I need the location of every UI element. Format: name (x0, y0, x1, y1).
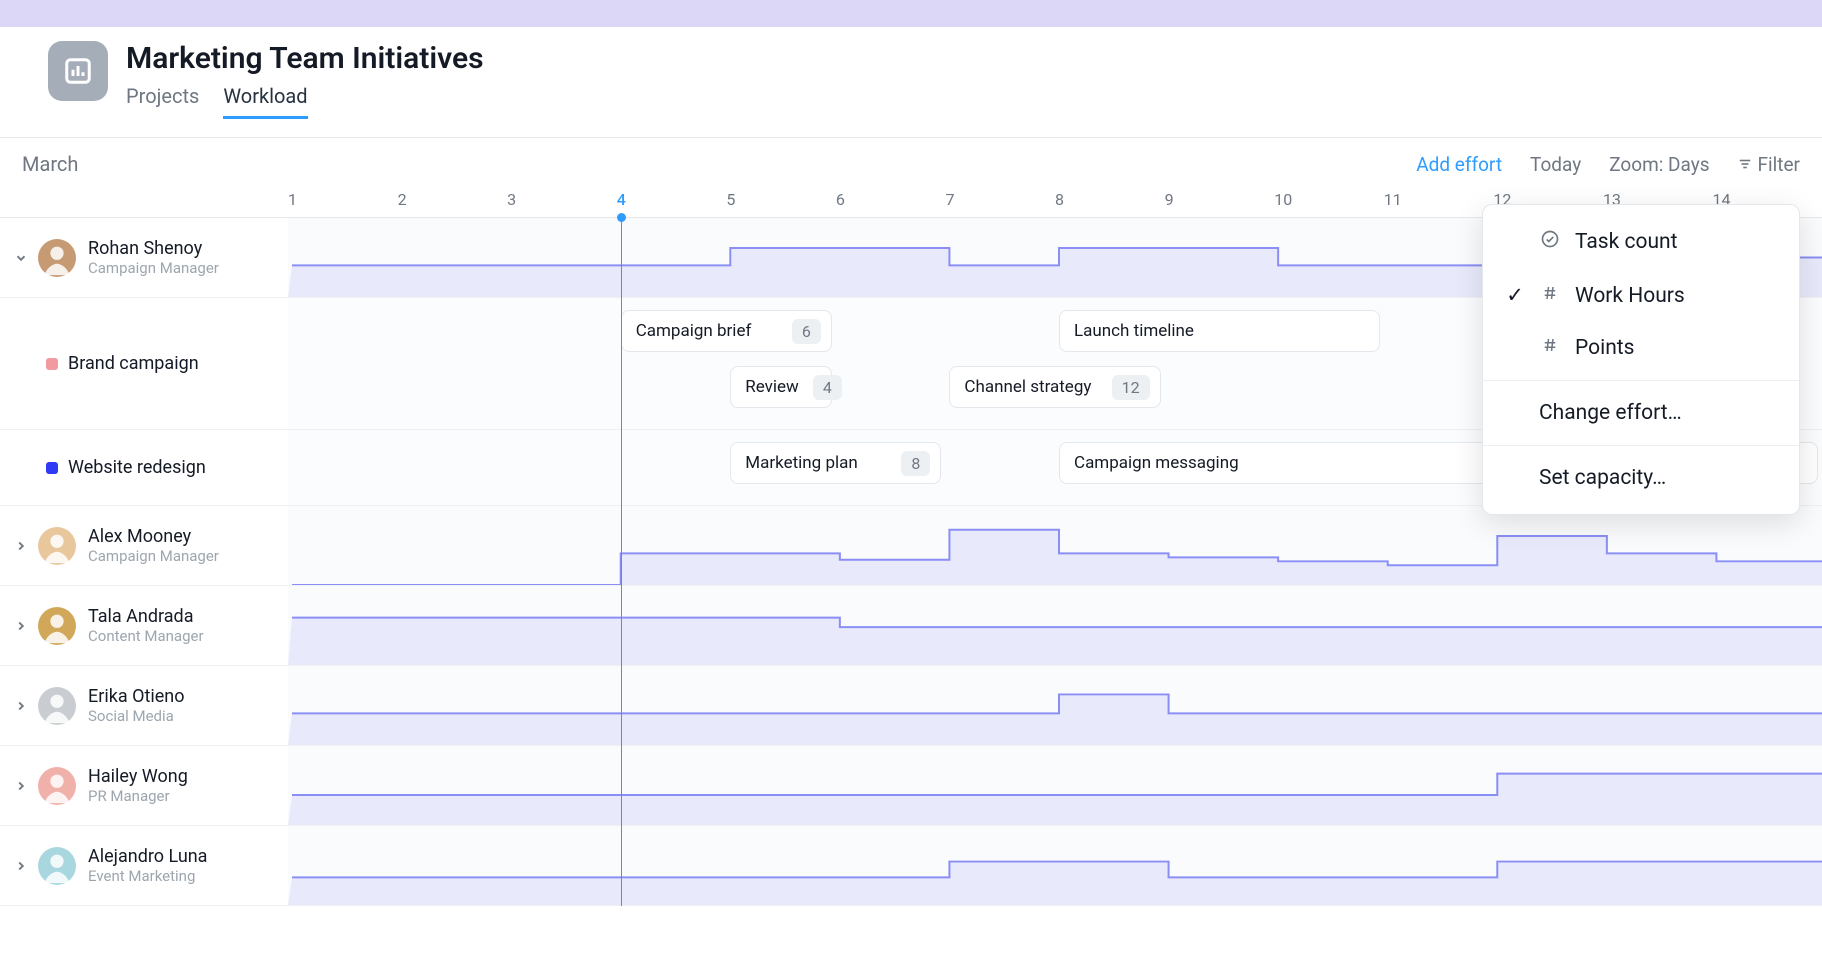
project-name: Website redesign (68, 457, 206, 478)
chevron-right-icon[interactable] (10, 619, 32, 633)
effort-dropdown: Task count ✓ Work Hours Points Change ef… (1482, 204, 1800, 515)
date-1: 1 (288, 190, 398, 217)
date-2: 2 (398, 190, 508, 217)
date-9: 9 (1165, 190, 1275, 217)
avatar (38, 527, 76, 565)
dd-points[interactable]: Points (1483, 322, 1799, 374)
dd-change-effort[interactable]: Change effort… (1483, 387, 1799, 439)
filter-icon (1738, 157, 1752, 171)
hash-icon (1539, 336, 1561, 360)
project-color-icon (46, 358, 58, 370)
person-row: Alex Mooney Campaign Manager (0, 506, 1822, 586)
check-circle-icon (1539, 229, 1561, 255)
person-name: Tala Andrada (88, 606, 204, 627)
date-6: 6 (836, 190, 946, 217)
toolbar: March Add effort Today Zoom: Days Filter (0, 137, 1822, 190)
date-10: 10 (1274, 190, 1384, 217)
dd-label: Task count (1575, 230, 1678, 254)
person-role: Campaign Manager (88, 259, 219, 277)
hash-icon (1539, 284, 1561, 308)
dd-work-hours[interactable]: ✓ Work Hours (1483, 269, 1799, 322)
zoom-button[interactable]: Zoom: Days (1609, 153, 1709, 176)
date-4: 4 (617, 190, 727, 217)
effort-badge: 8 (901, 451, 930, 476)
task-card[interactable]: Review4 (730, 366, 832, 408)
chevron-right-icon[interactable] (10, 699, 32, 713)
date-5: 5 (726, 190, 836, 217)
workload-graph (288, 506, 1822, 585)
workload-graph (288, 586, 1822, 665)
person-role: Content Manager (88, 627, 204, 645)
task-card[interactable]: Campaign brief 6 (621, 310, 832, 352)
date-8: 8 (1055, 190, 1165, 217)
chevron-right-icon[interactable] (10, 539, 32, 553)
project-color-icon (46, 462, 58, 474)
today-button[interactable]: Today (1530, 153, 1581, 176)
task-card[interactable]: Launch timeline (1059, 310, 1380, 352)
dd-label: Set capacity… (1539, 466, 1666, 490)
tab-workload[interactable]: Workload (223, 84, 307, 119)
person-name: Rohan Shenoy (88, 238, 219, 259)
avatar (38, 607, 76, 645)
chart-icon (63, 56, 93, 86)
person-row: Alejandro Luna Event Marketing (0, 826, 1822, 906)
add-effort-button[interactable]: Add effort (1416, 153, 1502, 176)
header: Marketing Team Initiatives Projects Work… (0, 27, 1822, 119)
task-label: Channel strategy (964, 377, 1091, 397)
project-name: Brand campaign (68, 353, 199, 374)
workload-graph (288, 666, 1822, 745)
person-row: Erika Otieno Social Media (0, 666, 1822, 746)
date-7: 7 (945, 190, 1055, 217)
date-11: 11 (1384, 190, 1494, 217)
person-row: Hailey Wong PR Manager (0, 746, 1822, 826)
workload-graph (288, 746, 1822, 825)
page-title: Marketing Team Initiatives (126, 41, 484, 76)
person-row: Tala Andrada Content Manager (0, 586, 1822, 666)
effort-badge: 6 (792, 319, 821, 344)
person-name: Alejandro Luna (88, 846, 207, 867)
project-icon (48, 41, 108, 101)
effort-badge: 12 (1112, 375, 1150, 400)
person-role: Social Media (88, 707, 185, 725)
avatar (38, 687, 76, 725)
person-name: Hailey Wong (88, 766, 188, 787)
date-3: 3 (507, 190, 617, 217)
effort-badge: 4 (813, 375, 842, 400)
task-label: Marketing plan (745, 453, 857, 473)
task-card[interactable]: Channel strategy 12 (949, 366, 1160, 408)
tab-projects[interactable]: Projects (126, 84, 199, 119)
dd-label: Work Hours (1575, 284, 1685, 308)
person-name: Erika Otieno (88, 686, 185, 707)
filter-button[interactable]: Filter (1738, 153, 1800, 176)
dd-set-capacity[interactable]: Set capacity… (1483, 452, 1799, 504)
dd-task-count[interactable]: Task count (1483, 215, 1799, 269)
person-role: Campaign Manager (88, 547, 219, 565)
task-label: Campaign messaging (1074, 453, 1239, 473)
task-label: Review (745, 377, 799, 397)
chevron-down-icon[interactable] (10, 251, 32, 265)
today-dot (617, 213, 626, 222)
window-accent-bar (0, 0, 1822, 27)
check-icon: ✓ (1505, 283, 1525, 308)
person-name: Alex Mooney (88, 526, 219, 547)
view-tabs: Projects Workload (126, 84, 484, 119)
task-card[interactable]: Marketing plan 8 (730, 442, 941, 484)
filter-label: Filter (1758, 153, 1800, 176)
task-label: Campaign brief (636, 321, 752, 341)
avatar (38, 847, 76, 885)
task-label: Launch timeline (1074, 321, 1194, 341)
dd-label: Points (1575, 336, 1635, 360)
workload-graph (288, 826, 1822, 905)
person-role: Event Marketing (88, 867, 207, 885)
avatar (38, 239, 76, 277)
person-role: PR Manager (88, 787, 188, 805)
chevron-right-icon[interactable] (10, 779, 32, 793)
today-line (621, 218, 622, 906)
avatar (38, 767, 76, 805)
dd-label: Change effort… (1539, 401, 1682, 425)
chevron-right-icon[interactable] (10, 859, 32, 873)
month-label: March (22, 138, 78, 190)
